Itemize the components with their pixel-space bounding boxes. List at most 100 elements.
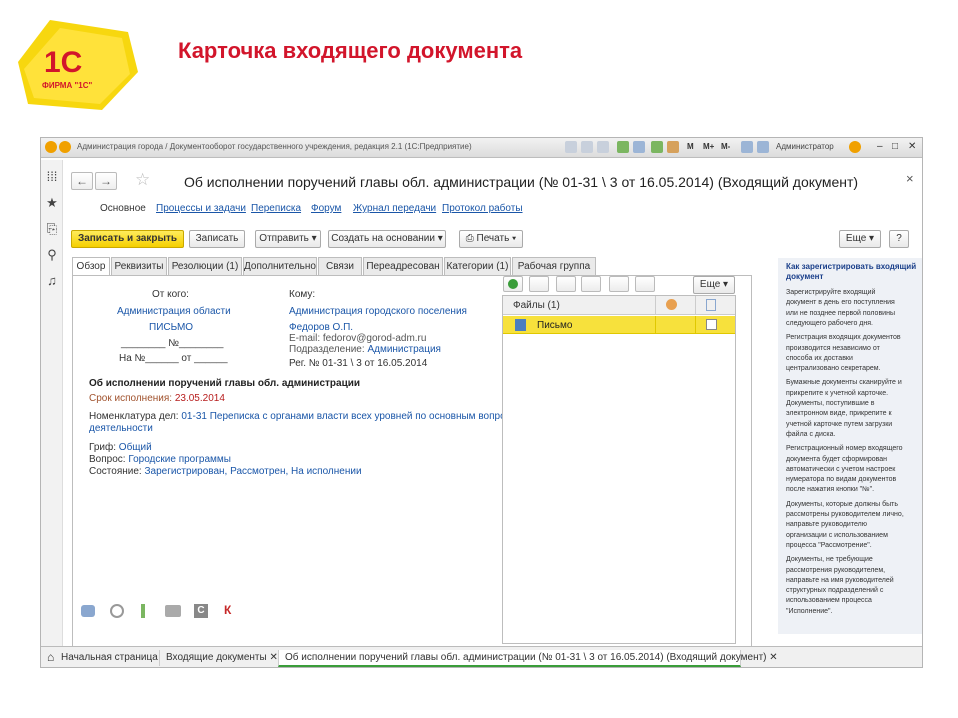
open-file-icon[interactable] [581,276,601,292]
state-value[interactable]: Зарегистрирован, Рассмотрен, На исполнен… [144,466,361,477]
close-form-icon[interactable]: × [906,171,914,186]
nav-basic[interactable]: Основное [100,203,146,214]
help-text-line: способа их доставки [786,354,853,362]
question-value[interactable]: Городские программы [128,454,231,465]
favorites-icon[interactable] [633,141,645,153]
division-value[interactable]: Администрация [367,344,441,355]
target-icon[interactable] [110,604,124,618]
grif-value[interactable]: Общий [119,442,152,453]
link-icon[interactable] [617,141,629,153]
help-text-line: Документы, не требующие [786,556,873,564]
from-reply-line: На №______ от ______ [119,353,228,364]
nomenclature-value[interactable]: 01-31 Переписка с органами власти всех у… [181,411,523,422]
bell-icon[interactable]: ♫ [45,274,59,288]
info-icon[interactable] [849,141,861,153]
printer-icon: ⎙ [465,233,474,244]
save-icon[interactable] [565,141,577,153]
help-text-line: учетной карточке путем загрузки [786,420,893,428]
task-incoming[interactable]: Входящие документы ✕ [166,650,278,667]
nomenclature-value-cont[interactable]: деятельности [89,423,153,434]
chat-icon[interactable] [165,605,181,617]
preview-icon[interactable] [597,141,609,153]
status-icon [666,299,677,310]
to-person[interactable]: Федоров О.П. [289,322,353,333]
app-menu-icon[interactable] [45,141,57,153]
nav-link-transfer-log[interactable]: Журнал передачи [353,203,436,214]
help-text-line: процесса "Рассмотрение". [786,541,872,549]
print-button[interactable]: ⎙ Печать ▾ [459,230,523,248]
registration-number: Рег. № 01-31 \ 3 от 16.05.2014 [289,358,428,369]
memory-plus-button[interactable]: M+ [703,142,714,151]
task-current[interactable]: Об исполнении поручений главы обл. админ… [278,650,778,667]
menu-grid-icon[interactable]: ⁞⁞⁞ [45,170,59,184]
k-icon[interactable]: К [224,603,231,617]
nav-link-work-log[interactable]: Протокол работы [442,203,523,214]
help-text-line: рассмотрения руководителем, [786,566,886,574]
forward-button[interactable]: → [95,172,117,190]
help-text-line: Зарегистрируйте входящий [786,289,876,296]
files-more-button[interactable]: Еще ▾ [693,276,735,294]
tab-links[interactable]: Связи [318,257,362,275]
print-icon[interactable] [581,141,593,153]
save-file-icon[interactable] [609,276,629,292]
nav-link-correspondence[interactable]: Переписка [251,203,301,214]
tree-icon[interactable] [141,604,145,618]
minimize-icon[interactable]: – [877,141,883,152]
to-label: Кому: [289,289,316,300]
maximize-icon[interactable]: □ [892,141,898,152]
document-type[interactable]: ПИСЬМО [149,322,193,333]
close-tab-icon[interactable]: ✕ [269,652,277,663]
dropdown-icon[interactable] [59,141,71,153]
zoom-icon[interactable] [741,141,753,153]
table-icon[interactable] [651,141,663,153]
tab-redirected[interactable]: Переадресован [363,257,443,275]
create-based-button[interactable]: Создать на основании ▾ [328,230,446,248]
tab-additional[interactable]: Дополнительно [243,257,317,275]
help-panel: Как зарегистрировать входящий документ З… [778,258,922,634]
tab-resolutions[interactable]: Резолюции (1) [168,257,242,275]
more-button[interactable]: Еще ▾ [839,230,881,248]
panels-icon[interactable] [757,141,769,153]
c-icon[interactable]: С [194,604,208,618]
from-org[interactable]: Администрация области [117,306,231,317]
grif-label: Гриф: [89,442,117,453]
search-icon[interactable]: ⚲ [45,248,59,262]
favorite-star-icon[interactable]: ☆ [135,170,150,190]
file-checkbox[interactable] [706,319,717,330]
calendar-icon[interactable] [667,141,679,153]
file-name[interactable]: Письмо [537,320,572,331]
memory-minus-button[interactable]: M- [721,142,730,151]
tab-categories[interactable]: Категории (1) [444,257,511,275]
help-button[interactable]: ? [889,230,909,248]
close-window-icon[interactable]: ✕ [908,141,916,152]
document-form: ← → ☆ Об исполнении поручений главы обл.… [63,160,922,649]
files-more-label: Еще [699,279,721,290]
tab-overview[interactable]: Обзор [72,257,110,276]
history-icon[interactable]: ⎘ [45,222,59,236]
nav-link-processes[interactable]: Процессы и задачи [156,203,246,214]
edit-file-icon[interactable] [529,276,549,292]
create-based-label: Создать на основании [331,233,435,244]
close-tab-icon[interactable]: ✕ [769,652,777,663]
current-user[interactable]: Администратор [776,142,834,151]
tab-workgroup[interactable]: Рабочая группа [512,257,596,275]
deadline-label: Срок исполнения: [89,393,173,404]
nav-link-forum[interactable]: Форум [311,203,341,214]
memory-button[interactable]: M [687,142,694,151]
users-icon[interactable] [81,605,95,617]
help-text-line: направьте на имя руководителей [786,576,894,584]
copy-file-icon[interactable] [556,276,576,292]
help-text-line: или не позднее первой половины [786,309,895,317]
send-button[interactable]: Отправить ▾ [255,230,321,248]
back-button[interactable]: ← [71,172,93,190]
send-label: Отправить [259,233,309,244]
tab-details[interactable]: Реквизиты [111,257,167,275]
save-close-button[interactable]: Записать и закрыть [71,230,184,248]
save-button[interactable]: Записать [189,230,245,248]
task-home[interactable]: ⌂ Начальная страница [45,650,159,667]
star-icon[interactable]: ★ [45,196,59,210]
files-header-label[interactable]: Файлы (1) [513,300,560,311]
scan-file-icon[interactable] [635,276,655,292]
add-file-icon[interactable] [503,276,523,292]
to-org[interactable]: Администрация городского поселения [289,306,467,317]
